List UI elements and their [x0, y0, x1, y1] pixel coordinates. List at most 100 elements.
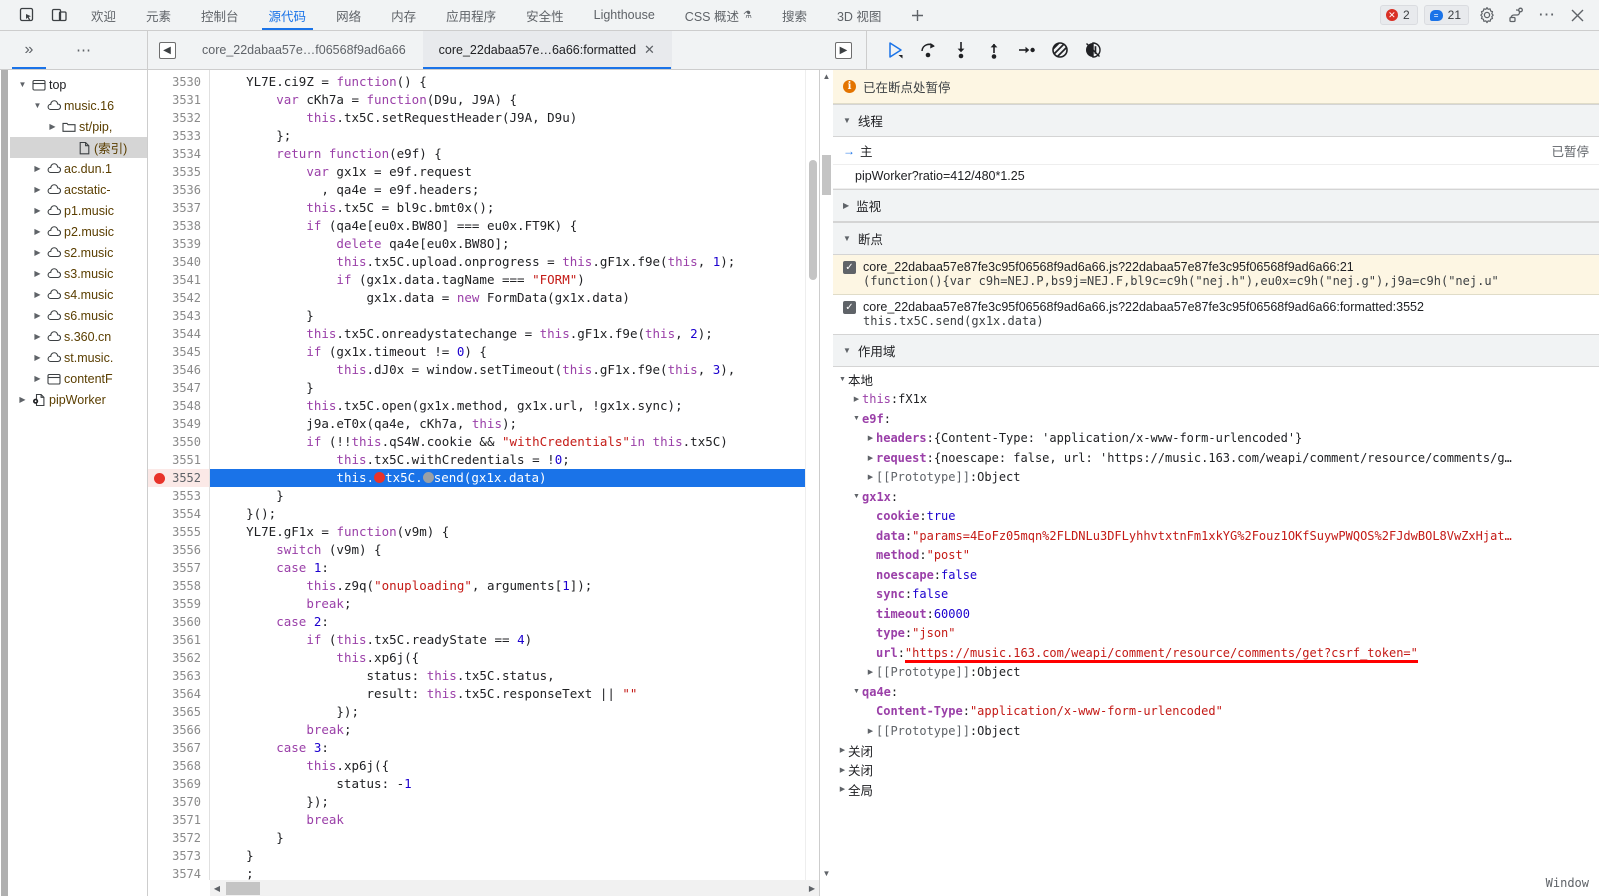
- code-line-3563[interactable]: status: this.tx5C.status,: [210, 667, 805, 685]
- open-debugger-button[interactable]: ▶: [821, 31, 866, 69]
- breakpoint-item-0[interactable]: ✓ core_22dabaa57e87fe3c95f06568f9ad6a66.j…: [833, 255, 1599, 294]
- line-number-3562[interactable]: 3562: [148, 649, 209, 667]
- navigator-item-9[interactable]: ▶ s3.music: [10, 263, 147, 284]
- code-line-3538[interactable]: if (qa4e[eu0x.BW8O] === eu0x.FT9K) {: [210, 217, 805, 235]
- device-toolbar-icon[interactable]: [48, 4, 70, 26]
- code-line-3559[interactable]: break;: [210, 595, 805, 613]
- panel-tab-5[interactable]: 内存: [376, 0, 431, 30]
- scope-row-8[interactable]: data: "params=4EoFz05mqn%2FLDNLu3DFLyhhv…: [833, 526, 1599, 546]
- navigator-item-5[interactable]: ▶ acstatic-: [10, 179, 147, 200]
- code-line-3547[interactable]: }: [210, 379, 805, 397]
- close-devtools-icon[interactable]: [1565, 3, 1589, 27]
- panel-tab-7[interactable]: 安全性: [511, 0, 579, 30]
- line-number-3568[interactable]: 3568: [148, 757, 209, 775]
- code-line-3534[interactable]: return function(e9f) {: [210, 145, 805, 163]
- navigator-scrollbar[interactable]: [0, 70, 10, 896]
- chevron-right-icon[interactable]: ▶: [46, 122, 59, 131]
- line-number-3549[interactable]: 3549: [148, 415, 209, 433]
- panel-tab-10[interactable]: 搜索: [767, 0, 822, 30]
- settings-gear-icon[interactable]: [1475, 3, 1499, 27]
- thread-worker-row[interactable]: pipWorker?ratio=412/480*1.25: [833, 165, 1599, 189]
- chevron-right-icon[interactable]: ▶: [31, 311, 44, 320]
- watch-section-header[interactable]: ▶ 监视: [833, 189, 1599, 222]
- error-badge[interactable]: ✕ 2: [1379, 5, 1418, 25]
- scope-row-21[interactable]: ▶ 全局: [833, 780, 1599, 800]
- scope-row-11[interactable]: sync: false: [833, 585, 1599, 605]
- line-number-3555[interactable]: 3555: [148, 523, 209, 541]
- scope-row-14[interactable]: url: "https://music.163.com/weapi/commen…: [833, 643, 1599, 663]
- panel-tab-1[interactable]: 元素: [131, 0, 186, 30]
- code-line-3531[interactable]: var cKh7a = function(D9u, J9A) {: [210, 91, 805, 109]
- editor-vertical-scrollbar[interactable]: [805, 70, 819, 880]
- code-line-3560[interactable]: case 2:: [210, 613, 805, 631]
- code-line-3543[interactable]: }: [210, 307, 805, 325]
- code-line-3530[interactable]: YL7E.ci9Z = function() {: [210, 73, 805, 91]
- line-number-3566[interactable]: 3566: [148, 721, 209, 739]
- navigator-item-4[interactable]: ▶ ac.dun.1: [10, 158, 147, 179]
- chevron-down-icon[interactable]: ▼: [16, 80, 29, 89]
- scroll-left-arrow[interactable]: ◀: [210, 884, 224, 893]
- breakpoint-checkbox[interactable]: ✓: [843, 301, 856, 314]
- code-line-3553[interactable]: }: [210, 487, 805, 505]
- line-number-3533[interactable]: 3533: [148, 127, 209, 145]
- navigator-item-10[interactable]: ▶ s4.music: [10, 284, 147, 305]
- line-number-3537[interactable]: 3537: [148, 199, 209, 217]
- line-number-3561[interactable]: 3561: [148, 631, 209, 649]
- code-line-3541[interactable]: if (gx1x.data.tagName === "FORM"): [210, 271, 805, 289]
- navigator-item-1[interactable]: ▼ music.16: [10, 95, 147, 116]
- code-line-3545[interactable]: if (gx1x.timeout != 0) {: [210, 343, 805, 361]
- step-into-button[interactable]: [947, 37, 974, 64]
- code-line-3574[interactable]: ;: [210, 865, 805, 880]
- breakpoints-section-header[interactable]: ▼ 断点: [833, 222, 1599, 255]
- line-number-3553[interactable]: 3553: [148, 487, 209, 505]
- line-number-3563[interactable]: 3563: [148, 667, 209, 685]
- editor-horizontal-scrollbar[interactable]: ◀ ▶: [210, 880, 819, 896]
- line-number-3570[interactable]: 3570: [148, 793, 209, 811]
- scope-section-header[interactable]: ▼ 作用域: [833, 334, 1599, 367]
- navigator-item-14[interactable]: ▶ contentF: [10, 368, 147, 389]
- line-number-3567[interactable]: 3567: [148, 739, 209, 757]
- panel-tab-9[interactable]: CSS 概述 ⚗: [670, 0, 767, 30]
- navigator-item-7[interactable]: ▶ p2.music: [10, 221, 147, 242]
- scope-row-18[interactable]: ▶ [[Prototype]]: Object: [833, 721, 1599, 741]
- navigator-item-2[interactable]: ▶ st/pip,: [10, 116, 147, 137]
- chevron-right-icon[interactable]: ▶: [865, 434, 876, 442]
- code-line-3558[interactable]: this.z9q("onuploading", arguments[1]);: [210, 577, 805, 595]
- line-number-3548[interactable]: 3548: [148, 397, 209, 415]
- code-line-3535[interactable]: var gx1x = e9f.request: [210, 163, 805, 181]
- panel-tab-11[interactable]: 3D 视图: [822, 0, 896, 30]
- chevron-right-icon[interactable]: ▶: [865, 454, 876, 462]
- panel-tab-8[interactable]: Lighthouse: [579, 0, 670, 30]
- step-out-button[interactable]: [980, 37, 1007, 64]
- line-number-3552[interactable]: 3552: [148, 469, 209, 487]
- chevron-right-icon[interactable]: ▶: [16, 395, 29, 404]
- line-number-3559[interactable]: 3559: [148, 595, 209, 613]
- chevron-right-icon[interactable]: ▶: [837, 766, 848, 774]
- chevron-right-icon[interactable]: ▶: [837, 746, 848, 754]
- breakpoint-checkbox[interactable]: ✓: [843, 261, 856, 274]
- panel-tab-3[interactable]: 源代码: [254, 0, 322, 30]
- scope-row-5[interactable]: ▶ [[Prototype]]: Object: [833, 468, 1599, 488]
- code-line-3536[interactable]: , qa4e = e9f.headers;: [210, 181, 805, 199]
- line-number-3540[interactable]: 3540: [148, 253, 209, 271]
- scope-row-15[interactable]: ▶ [[Prototype]]: Object: [833, 663, 1599, 683]
- chevron-right-icon[interactable]: ▶: [851, 395, 862, 403]
- chevron-right-icon[interactable]: ▶: [31, 227, 44, 236]
- scope-row-0[interactable]: ▼ 本地: [833, 370, 1599, 390]
- line-number-3547[interactable]: 3547: [148, 379, 209, 397]
- panel-tab-0[interactable]: 欢迎: [76, 0, 131, 30]
- scope-row-10[interactable]: noescape: false: [833, 565, 1599, 585]
- scope-row-6[interactable]: ▼ gx1x:: [833, 487, 1599, 507]
- line-number-3538[interactable]: 3538: [148, 217, 209, 235]
- code-line-3532[interactable]: this.tx5C.setRequestHeader(J9A, D9u): [210, 109, 805, 127]
- chevron-right-icon[interactable]: ▶: [31, 248, 44, 257]
- debugger-scroll-up-arrow[interactable]: ▲: [820, 72, 833, 81]
- line-number-3532[interactable]: 3532: [148, 109, 209, 127]
- navigator-expand-tab[interactable]: »: [0, 31, 58, 69]
- chevron-right-icon[interactable]: ▶: [31, 164, 44, 173]
- code-content[interactable]: YL7E.ci9Z = function() { var cKh7a = fun…: [210, 70, 805, 880]
- scope-row-17[interactable]: Content-Type: "application/x-www-form-ur…: [833, 702, 1599, 722]
- scroll-right-arrow[interactable]: ▶: [805, 884, 819, 893]
- code-line-3537[interactable]: this.tx5C = bl9c.bmt0x();: [210, 199, 805, 217]
- code-line-3549[interactable]: j9a.eT0x(qa4e, cKh7a, this);: [210, 415, 805, 433]
